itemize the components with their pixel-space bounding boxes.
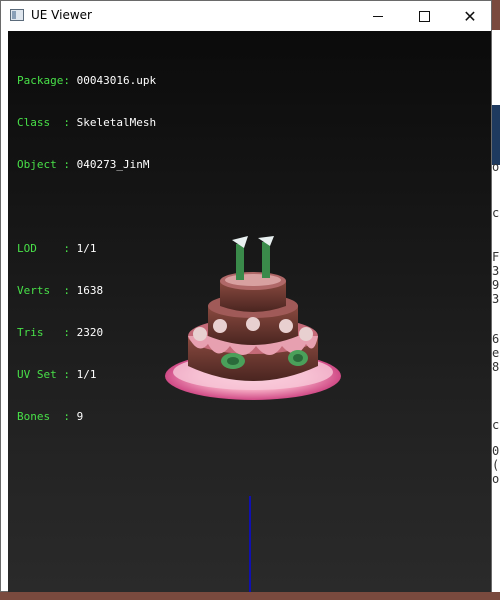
background-window-char: 8: [492, 360, 500, 374]
background-window-char: c: [492, 206, 500, 220]
background-window[interactable]: o c F 3 9 3 6 e 8 c 0 ( o: [492, 30, 500, 592]
maximize-button[interactable]: [401, 1, 447, 31]
background-window-char: o: [492, 472, 500, 486]
background-window-char: 6: [492, 332, 500, 346]
info-label: Verts :: [17, 284, 70, 297]
info-value: 00043016.upk: [76, 74, 157, 87]
info-value: 1/1: [76, 368, 97, 381]
info-label: Tris :: [17, 326, 70, 339]
cake-mesh-model[interactable]: [158, 196, 348, 406]
background-window-char: 3: [492, 292, 500, 306]
blue-axis-line: [249, 496, 251, 592]
info-row-verts: Verts : 1638: [17, 284, 156, 298]
info-value: 1638: [76, 284, 104, 297]
ue-viewer-window: UE Viewer ✕ Package: 00043016.upk Class …: [0, 0, 492, 592]
info-label: Object :: [17, 158, 70, 171]
window-title: UE Viewer: [31, 8, 92, 22]
background-window-char: c: [492, 418, 500, 432]
info-label: LOD :: [17, 242, 70, 255]
close-icon: ✕: [463, 6, 477, 26]
background-window-char: F: [492, 250, 500, 264]
info-row-object: Object : 040273_JinM: [17, 158, 156, 172]
background-window-char: 0: [492, 444, 500, 458]
info-row-tris: Tris : 2320: [17, 326, 156, 340]
app-icon[interactable]: [10, 9, 24, 21]
background-window-char: 9: [492, 278, 500, 292]
background-window-char: 3: [492, 264, 500, 278]
maximize-icon: [418, 10, 430, 22]
title-bar[interactable]: UE Viewer ✕: [1, 1, 491, 31]
desktop-background-bottom: [0, 592, 500, 600]
info-value: 2320: [76, 326, 104, 339]
info-value: 040273_JinM: [76, 158, 150, 171]
info-row-package: Package: 00043016.upk: [17, 74, 156, 88]
info-row-lod: LOD : 1/1: [17, 242, 156, 256]
info-row-bones: Bones : 9: [17, 410, 156, 424]
info-label: Class :: [17, 116, 70, 129]
3d-viewport[interactable]: Package: 00043016.upk Class : SkeletalMe…: [8, 31, 491, 592]
background-window-char: o: [492, 160, 500, 174]
background-window-char: e: [492, 346, 500, 360]
background-window-header-bar: [492, 105, 500, 165]
info-label: UV Set :: [17, 368, 70, 381]
info-value: 1/1: [76, 242, 97, 255]
mesh-info-overlay: Package: 00043016.upk Class : SkeletalMe…: [17, 46, 156, 452]
close-button[interactable]: ✕: [447, 1, 493, 31]
info-row-uvset: UV Set : 1/1: [17, 368, 156, 382]
info-value: 9: [76, 410, 84, 423]
minimize-icon: [373, 15, 383, 17]
minimize-button[interactable]: [355, 1, 401, 31]
info-row-class: Class : SkeletalMesh: [17, 116, 156, 130]
info-label: Package:: [17, 74, 70, 87]
background-window-char: (: [492, 458, 500, 472]
info-label: Bones :: [17, 410, 70, 423]
info-value: SkeletalMesh: [76, 116, 157, 129]
